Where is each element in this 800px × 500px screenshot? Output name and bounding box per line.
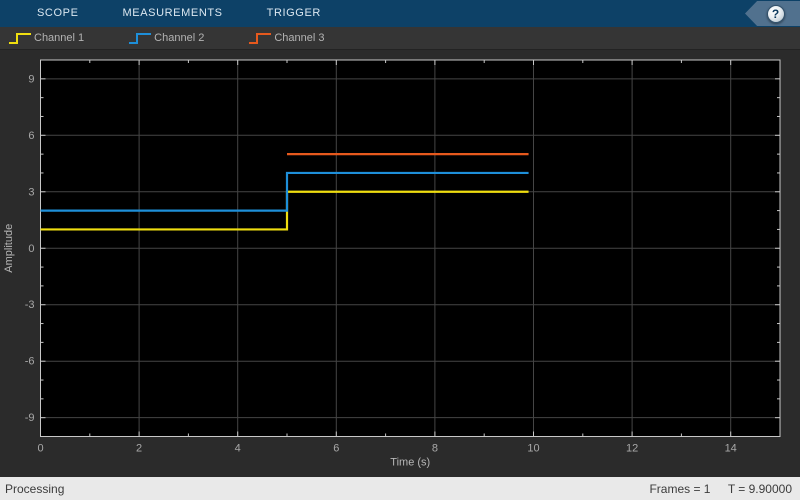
help-icon: ? bbox=[766, 4, 785, 23]
tab-scope[interactable]: SCOPE bbox=[15, 0, 101, 27]
legend-item-channel-2[interactable]: Channel 2 bbox=[128, 31, 204, 45]
svg-text:-6: -6 bbox=[25, 356, 35, 368]
waveform-chart: 0 2 4 6 8 10 12 14 -9 -6 -3 0 3 6 9 Time (s) Amplitude bbox=[3, 59, 781, 469]
frames-counter: Frames = 1 bbox=[649, 481, 711, 496]
svg-text:14: 14 bbox=[725, 443, 737, 455]
svg-text:Amplitude: Amplitude bbox=[3, 224, 15, 273]
channel-3-step-icon bbox=[249, 33, 272, 44]
status-message: Processing bbox=[5, 481, 65, 496]
legend-label: Channel 2 bbox=[154, 32, 205, 44]
toolbar: SCOPE MEASUREMENTS TRIGGER ? bbox=[0, 0, 800, 27]
svg-text:6: 6 bbox=[28, 130, 34, 142]
tab-trigger[interactable]: TRIGGER bbox=[245, 0, 343, 27]
svg-text:-3: -3 bbox=[25, 299, 35, 311]
channel-1-step-icon bbox=[9, 33, 31, 44]
svg-text:4: 4 bbox=[235, 443, 241, 455]
legend-item-channel-3[interactable]: Channel 3 bbox=[248, 31, 324, 45]
svg-text:6: 6 bbox=[333, 443, 339, 455]
channel-2-step-icon bbox=[129, 33, 152, 44]
tab-measurements[interactable]: MEASUREMENTS bbox=[101, 0, 245, 27]
svg-text:0: 0 bbox=[28, 243, 34, 255]
svg-text:2: 2 bbox=[136, 443, 142, 455]
svg-text:3: 3 bbox=[28, 186, 34, 198]
svg-text:10: 10 bbox=[527, 443, 539, 455]
time-counter: T = 9.90000 bbox=[727, 481, 792, 496]
scope-window: SCOPE MEASUREMENTS TRIGGER ? Channel 1 C… bbox=[0, 0, 800, 500]
help-button[interactable]: ? bbox=[745, 1, 800, 26]
svg-text:0: 0 bbox=[37, 443, 43, 455]
status-bar: Processing Frames = 1 T = 9.90000 bbox=[0, 477, 800, 500]
svg-text:9: 9 bbox=[28, 73, 34, 85]
legend-item-channel-1[interactable]: Channel 1 bbox=[8, 31, 84, 45]
svg-text:-9: -9 bbox=[25, 412, 35, 424]
svg-text:8: 8 bbox=[432, 443, 438, 455]
svg-text:Time (s): Time (s) bbox=[390, 457, 430, 469]
legend-label: Channel 3 bbox=[274, 32, 325, 44]
plot-region: 0 2 4 6 8 10 12 14 -9 -6 -3 0 3 6 9 Time (s) Amplitude bbox=[0, 50, 800, 477]
legend-label: Channel 1 bbox=[34, 32, 85, 44]
legend-bar: Channel 1 Channel 2 Channel 3 bbox=[0, 27, 800, 50]
status-counters: Frames = 1 T = 9.90000 bbox=[649, 482, 792, 496]
svg-text:12: 12 bbox=[626, 443, 638, 455]
